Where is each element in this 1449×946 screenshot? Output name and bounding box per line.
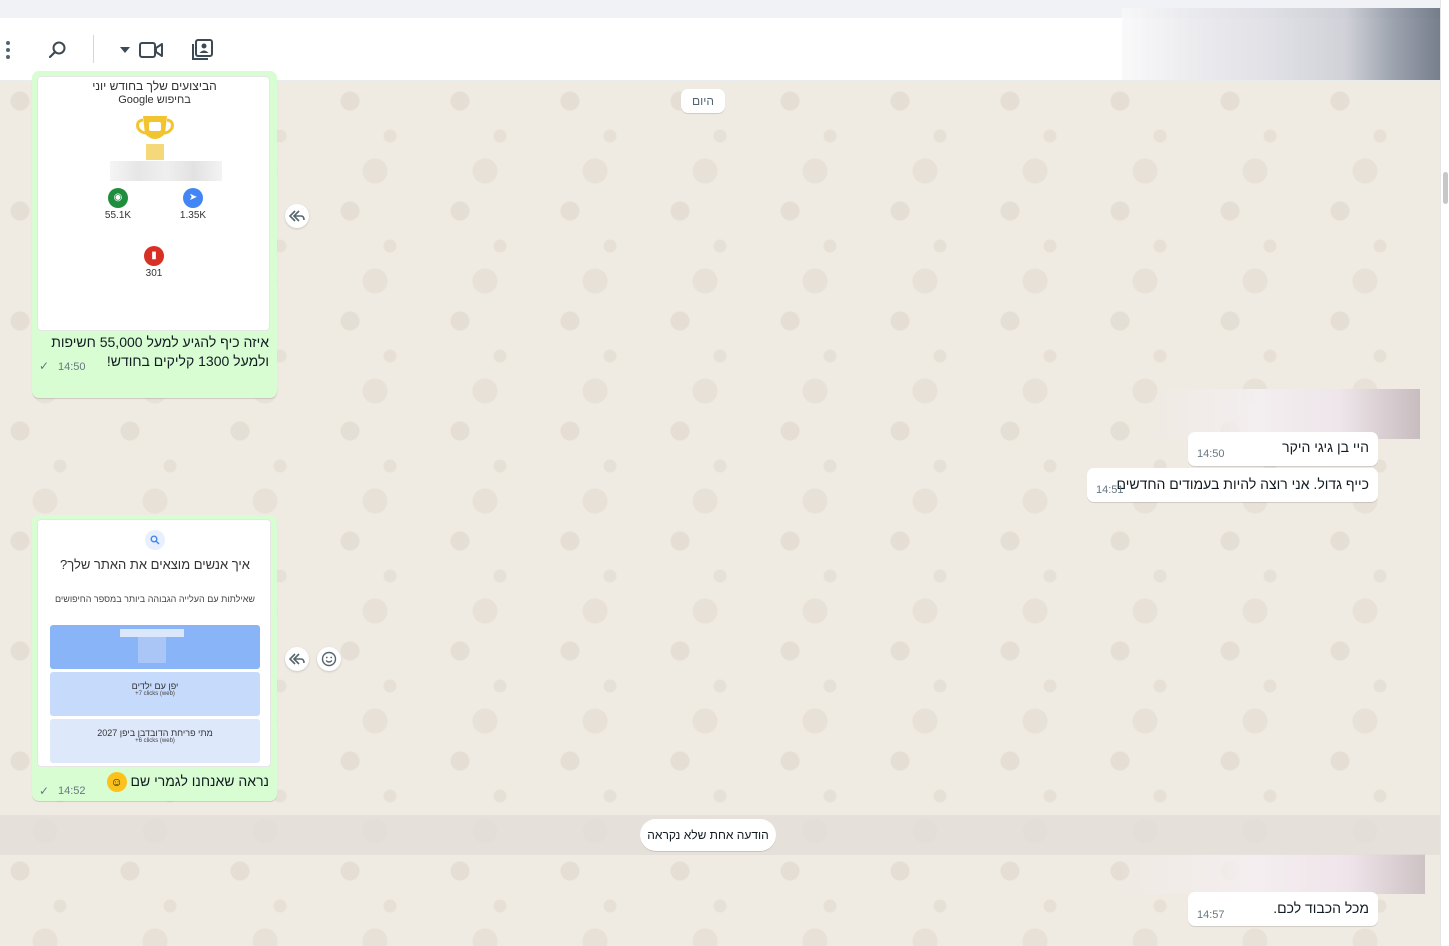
incoming-message[interactable]: כייף גדול. אני רוצה להיות בעמודים החדשים… (1087, 468, 1378, 502)
scrollbar[interactable] (1440, 0, 1449, 946)
query-row: יפן עם ילדים +7 clicks (web) (50, 672, 260, 716)
forward-icon[interactable] (285, 647, 309, 671)
queries-card[interactable]: איך אנשים מוצאים את האתר שלך? שאילתות עם… (37, 519, 271, 767)
emoji-reaction-icon[interactable] (317, 647, 341, 671)
incoming-message[interactable]: מכל הכבוד לכם. 14:57 (1188, 892, 1378, 926)
header-divider (93, 35, 94, 63)
video-call-icon[interactable] (137, 36, 165, 64)
incoming-message[interactable]: היי בן גיגי היקר 14:50 (1188, 432, 1378, 466)
message-time: 14:52 (58, 785, 86, 797)
eye-icon: ◉ (108, 187, 128, 208)
card-title: איך אנשים מוצאים את האתר שלך? (60, 557, 250, 572)
sender-name-blurred (1120, 854, 1425, 894)
card-title: הביצועים שלך בחודש יוני (92, 79, 217, 93)
card-subtitle: שאילתות עם העלייה הגבוהה ביותר במספר החי… (54, 594, 256, 604)
smiling-emoji-icon: ☺ (106, 772, 127, 793)
third-stat: ▮ 301 (134, 245, 174, 279)
forward-icon[interactable] (285, 204, 309, 228)
performance-card[interactable]: הביצועים שלך בחודש יוני בחיפוש Google ◉ … (37, 76, 270, 331)
contact-name-blurred[interactable] (1122, 8, 1440, 80)
scrollbar-thumb[interactable] (1443, 172, 1448, 204)
outgoing-message-image[interactable]: איך אנשים מוצאים את האתר שלך? שאילתות עם… (32, 515, 277, 801)
chevron-down-icon[interactable] (116, 36, 134, 64)
contacts-gallery-icon[interactable] (188, 36, 216, 64)
outgoing-message-image[interactable]: הביצועים שלך בחודש יוני בחיפוש Google ◉ … (32, 71, 277, 398)
blurred-site-name (110, 161, 222, 181)
cursor-icon: ➤ (183, 187, 203, 208)
search-icon (145, 530, 165, 550)
day-divider: היום (681, 89, 725, 113)
impressions-stat: ◉ 55.1K (98, 187, 138, 221)
query-row-highlight (50, 625, 260, 669)
sent-check-icon: ✓ (39, 784, 50, 798)
sent-check-icon: ✓ (39, 359, 50, 373)
query-row: מתי פריחת הדובדבן ביפן 2027 +6 clicks (w… (50, 719, 260, 763)
search-icon[interactable] (44, 36, 72, 64)
clicks-stat: ➤ 1.35K (173, 187, 213, 221)
trophy-icon (135, 114, 175, 165)
unread-divider: הודעה אחת שלא נקראה (640, 819, 776, 851)
menu-icon[interactable] (0, 36, 22, 64)
document-icon: ▮ (144, 245, 164, 266)
message-time: 14:50 (58, 361, 86, 373)
card-subtitle: בחיפוש Google (118, 94, 191, 106)
